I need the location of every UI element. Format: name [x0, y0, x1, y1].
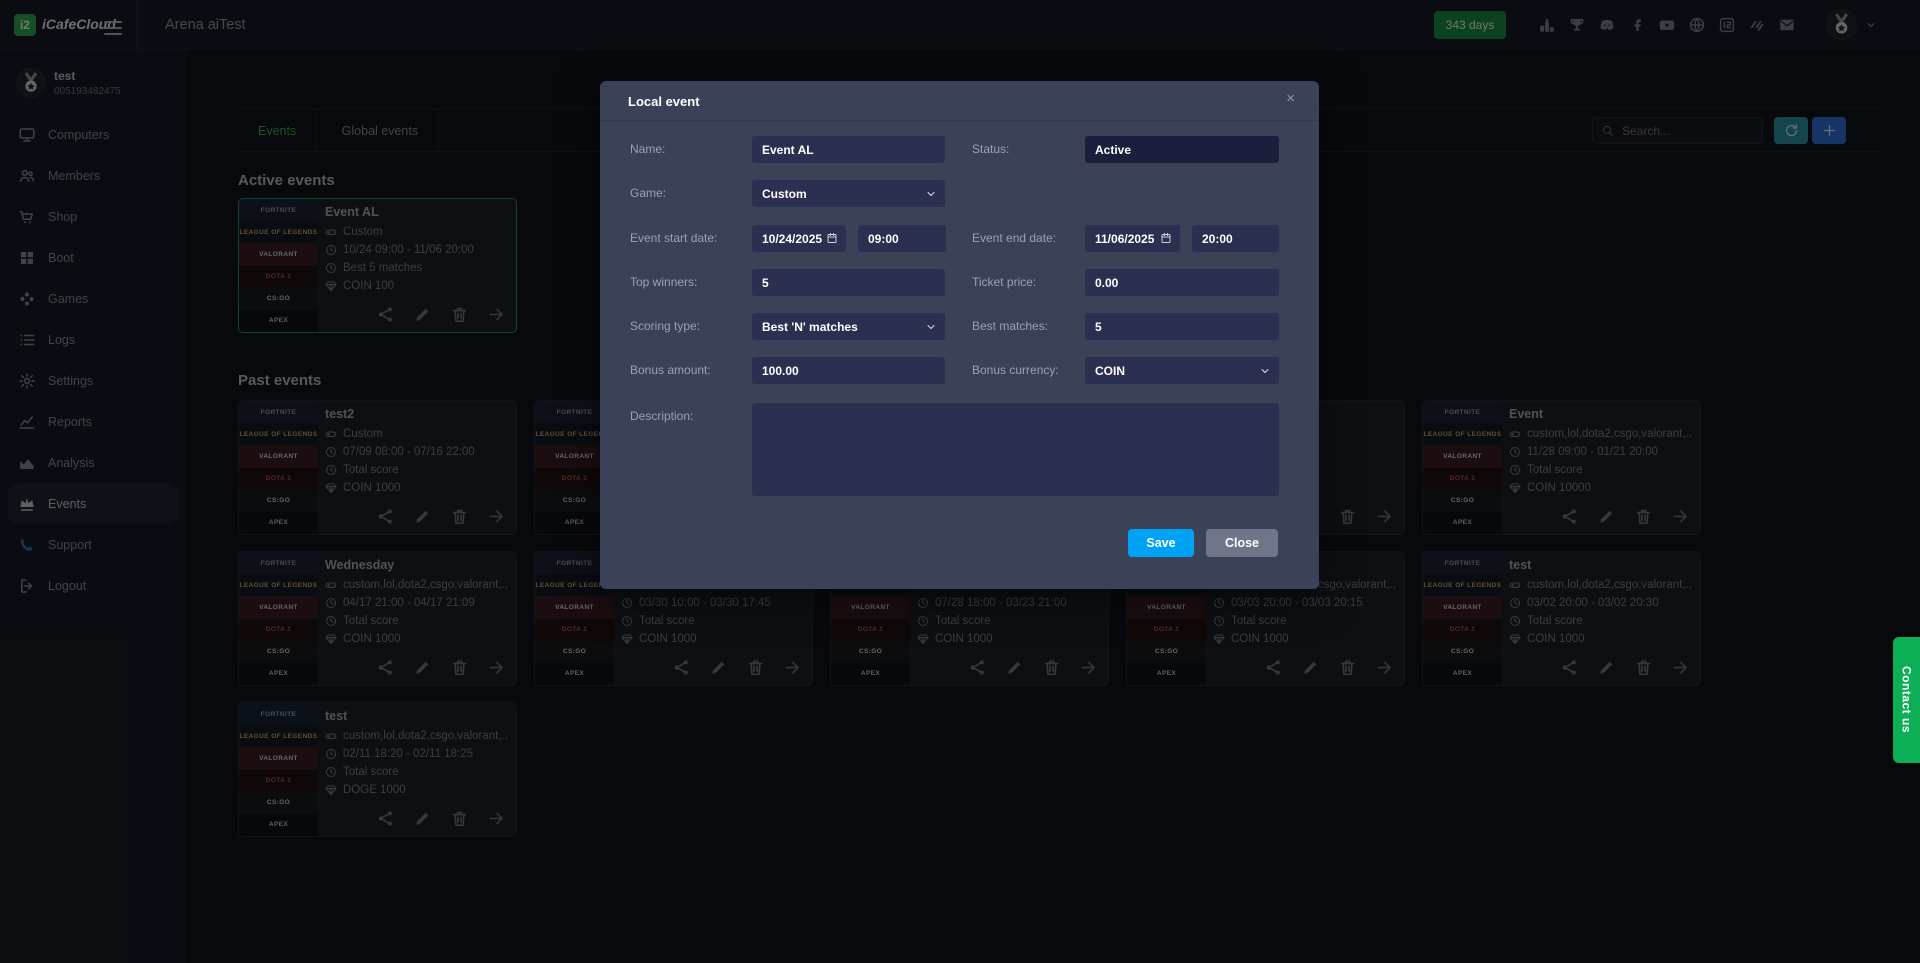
end-date-label: Event end date: — [972, 231, 1056, 245]
description-label: Description: — [630, 409, 693, 423]
start-date-input[interactable] — [752, 225, 846, 252]
game-select-value: Custom — [762, 187, 807, 201]
top-winners-input[interactable] — [752, 269, 945, 296]
scoring-type-select[interactable]: Best 'N' matches — [752, 313, 945, 340]
bonus-currency-value: COIN — [1095, 364, 1125, 378]
best-matches-label: Best matches: — [972, 319, 1048, 333]
bonus-amount-label: Bonus amount: — [630, 363, 711, 377]
start-time-input[interactable] — [858, 225, 946, 252]
name-input[interactable] — [752, 136, 945, 163]
ticket-price-input[interactable] — [1085, 269, 1279, 296]
modal-title: Local event — [628, 94, 700, 109]
bonus-currency-label: Bonus currency: — [972, 363, 1059, 377]
scoring-type-value: Best 'N' matches — [762, 320, 858, 334]
game-select[interactable]: Custom — [752, 180, 945, 207]
scoring-type-label: Scoring type: — [630, 319, 700, 333]
start-date-label: Event start date: — [630, 231, 717, 245]
close-icon[interactable]: × — [1280, 89, 1301, 108]
bonus-amount-input[interactable] — [752, 357, 945, 384]
top-winners-label: Top winners: — [630, 275, 697, 289]
contact-us-label: Contact us — [1900, 666, 1914, 733]
best-matches-input[interactable] — [1085, 313, 1279, 340]
chevron-down-icon — [925, 321, 937, 333]
close-button[interactable]: Close — [1206, 529, 1278, 557]
contact-us-tab[interactable]: Contact us — [1893, 637, 1920, 763]
name-label: Name: — [630, 142, 665, 156]
ticket-price-label: Ticket price: — [972, 275, 1036, 289]
local-event-modal: Local event × Name: Status: Game: Custom… — [600, 81, 1319, 589]
chevron-down-icon — [1259, 365, 1271, 377]
end-date-input[interactable] — [1085, 225, 1180, 252]
status-label: Status: — [972, 142, 1009, 156]
app-root: i2 iCafeCloud Arena aiTest 343 days test — [0, 0, 1920, 963]
modal-divider — [600, 120, 1319, 121]
chevron-down-icon — [925, 188, 937, 200]
save-button[interactable]: Save — [1128, 529, 1194, 557]
description-textarea[interactable] — [752, 403, 1279, 496]
game-label: Game: — [630, 186, 666, 200]
end-time-input[interactable] — [1192, 225, 1279, 252]
status-input[interactable] — [1085, 136, 1279, 163]
bonus-currency-select[interactable]: COIN — [1085, 357, 1279, 384]
